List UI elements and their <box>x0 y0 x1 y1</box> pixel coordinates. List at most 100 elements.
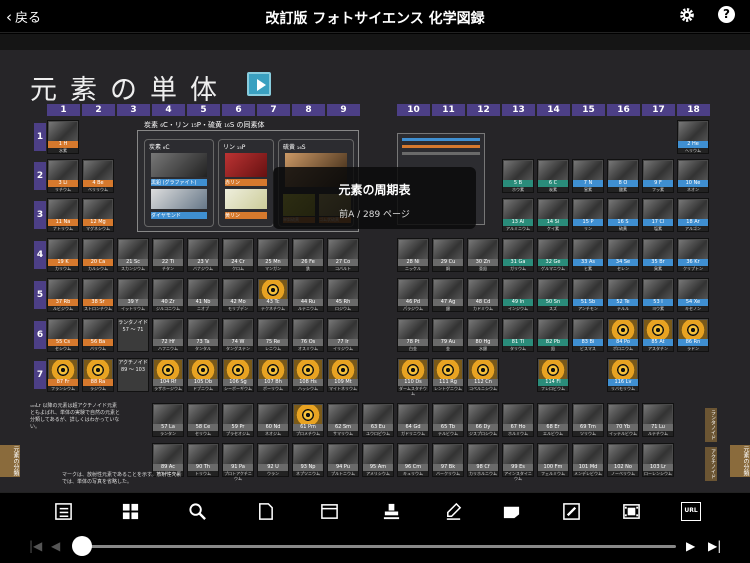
element-Sr[interactable]: 38 Sr ストロンチウム <box>82 278 114 312</box>
element-Mn[interactable]: 25 Mn マンガン <box>257 238 289 272</box>
url-icon[interactable]: URL <box>681 502 701 521</box>
gear-icon[interactable] <box>678 6 696 24</box>
element-In[interactable]: 49 In インジウム <box>502 278 534 312</box>
element-P[interactable]: 15 P リン <box>572 198 604 232</box>
element-Rh[interactable]: 45 Rh ロジウム <box>327 278 359 312</box>
list-icon[interactable] <box>54 502 73 521</box>
edit-icon[interactable] <box>562 502 581 521</box>
side-tab-right[interactable]: 元素の分類 <box>730 445 750 477</box>
first-page-icon[interactable]: |◀ <box>29 539 42 553</box>
element-Xe[interactable]: 54 Xe キセノン <box>677 278 709 312</box>
element-Po[interactable]: 84 Po ポロニウム <box>607 318 639 352</box>
element-Se[interactable]: 34 Se セレン <box>607 238 639 272</box>
element-Cf[interactable]: 98 Cf カリホルニウム <box>467 443 499 477</box>
element-H[interactable]: 1 H 水素 <box>47 120 79 154</box>
element-Ti[interactable]: 22 Ti チタン <box>152 238 184 272</box>
element-Cu[interactable]: 29 Cu 銅 <box>432 238 464 272</box>
element-Er[interactable]: 68 Er エルビウム <box>537 403 569 437</box>
bookmark-window-icon[interactable] <box>320 502 339 521</box>
element-Hs[interactable]: 108 Hs ハッシウム <box>292 358 324 392</box>
graphite-photo[interactable] <box>151 153 207 177</box>
sticky-note-icon[interactable] <box>502 502 521 521</box>
element-Ca[interactable]: 20 Ca カルシウム <box>82 238 114 272</box>
pen-icon[interactable] <box>444 502 463 521</box>
next-page-icon[interactable]: ▶ <box>686 539 695 553</box>
element-Os[interactable]: 76 Os オスミウム <box>292 318 324 352</box>
element-Tc[interactable]: 43 Tc テクネチウム <box>257 278 289 312</box>
element-Hf[interactable]: 72 Hf ハフニウム <box>152 318 184 352</box>
element-Cm[interactable]: 96 Cm キュリウム <box>397 443 429 477</box>
element-Eu[interactable]: 63 Eu ユウロピウム <box>362 403 394 437</box>
element-Mt[interactable]: 109 Mt マイトネリウム <box>327 358 359 392</box>
white-phosphorus-photo[interactable] <box>225 189 267 209</box>
element-Lr[interactable]: 103 Lr ローレンシウム <box>642 443 674 477</box>
element-Cr[interactable]: 24 Cr クロム <box>222 238 254 272</box>
element-Zn[interactable]: 30 Zn 亜鉛 <box>467 238 499 272</box>
element-Re[interactable]: 75 Re レニウム <box>257 318 289 352</box>
element-Np[interactable]: 93 Np ネプツニウム <box>292 443 324 477</box>
element-Sb[interactable]: 51 Sb アンチモン <box>572 278 604 312</box>
element-Pt[interactable]: 78 Pt 白金 <box>397 318 429 352</box>
element-Ru[interactable]: 44 Ru ルテニウム <box>292 278 324 312</box>
element-O[interactable]: 8 O 酸素 <box>607 159 639 193</box>
element-Lv[interactable]: 116 Lv リバモリウム <box>607 358 639 392</box>
element-Lu[interactable]: 71 Lu ルテチウム <box>642 403 674 437</box>
element-No[interactable]: 102 No ノーベリウム <box>607 443 639 477</box>
element-Pu[interactable]: 94 Pu プルトニウム <box>327 443 359 477</box>
element-Gd[interactable]: 64 Gd ガドリニウム <box>397 403 429 437</box>
element-Ar[interactable]: 18 Ar アルゴン <box>677 198 709 232</box>
element-Ra[interactable]: 88 Ra ラジウム <box>82 358 114 392</box>
element-Sn[interactable]: 50 Sn スズ <box>537 278 569 312</box>
element-Rn[interactable]: 86 Rn ラドン <box>677 318 709 352</box>
element-Nd[interactable]: 60 Nd ネオジム <box>257 403 289 437</box>
element-Hg[interactable]: 80 Hg 水銀 <box>467 318 499 352</box>
element-S[interactable]: 16 S 硫黄 <box>607 198 639 232</box>
help-icon[interactable]: ? <box>718 6 735 23</box>
element-Es[interactable]: 99 Es アインスタイニウム <box>502 443 534 481</box>
element-V[interactable]: 23 V バナジウム <box>187 238 219 272</box>
element-Nb[interactable]: 41 Nb ニオブ <box>187 278 219 312</box>
element-Ds[interactable]: 110 Ds ダームスタチウム <box>397 358 429 396</box>
element-K[interactable]: 19 K カリウム <box>47 238 79 272</box>
element-Yb[interactable]: 70 Yb イッテルビウム <box>607 403 639 437</box>
element-As[interactable]: 33 As ヒ素 <box>572 238 604 272</box>
element-Fl[interactable]: 114 Fl フレロビウム <box>537 358 569 392</box>
element-C[interactable]: 6 C 炭素 <box>537 159 569 193</box>
element-Pb[interactable]: 82 Pb 鉛 <box>537 318 569 352</box>
element-Cs[interactable]: 55 Cs セシウム <box>47 318 79 352</box>
side-tab-left[interactable]: 元素の分類 <box>0 445 20 477</box>
search-icon[interactable] <box>188 502 207 521</box>
element-Pd[interactable]: 46 Pd パラジウム <box>397 278 429 312</box>
element-Ni[interactable]: 28 Ni ニッケル <box>397 238 429 272</box>
element-Cd[interactable]: 48 Cd カドミウム <box>467 278 499 312</box>
page-icon[interactable] <box>256 502 275 521</box>
prev-page-icon[interactable]: ◀ <box>51 539 60 553</box>
element-Au[interactable]: 79 Au 金 <box>432 318 464 352</box>
last-page-icon[interactable]: ▶| <box>708 539 721 553</box>
page-slider-knob[interactable] <box>72 536 92 556</box>
element-Zr[interactable]: 40 Zr ジルコニウム <box>152 278 184 312</box>
element-Rg[interactable]: 111 Rg レントゲニウム <box>432 358 464 392</box>
film-icon[interactable] <box>622 502 641 521</box>
element-Ir[interactable]: 77 Ir イリジウム <box>327 318 359 352</box>
element-Ge[interactable]: 32 Ge ゲルマニウム <box>537 238 569 272</box>
element-Ga[interactable]: 31 Ga ガリウム <box>502 238 534 272</box>
element-Fe[interactable]: 26 Fe 鉄 <box>292 238 324 272</box>
stamp-icon[interactable] <box>382 502 401 521</box>
element-Mg[interactable]: 12 Mg マグネシウム <box>82 198 114 232</box>
element-Y[interactable]: 39 Y イットリウム <box>117 278 149 312</box>
book-page[interactable]: 元素の単体 1 2 3 4 5 6 7 8 9 10 11 12 13 14 15 16 17 18 123456… <box>0 50 750 492</box>
element-At[interactable]: 85 At アスタチン <box>642 318 674 352</box>
element-Fm[interactable]: 100 Fm フェルミウム <box>537 443 569 477</box>
element-Sg[interactable]: 106 Sg シーボーギウム <box>222 358 254 392</box>
page-slider-track[interactable] <box>82 545 676 548</box>
element-Co[interactable]: 27 Co コバルト <box>327 238 359 272</box>
element-Tb[interactable]: 65 Tb テルビウム <box>432 403 464 437</box>
element-Ne[interactable]: 10 Ne ネオン <box>677 159 709 193</box>
element-Ba[interactable]: 56 Ba バリウム <box>82 318 114 352</box>
element-Rb[interactable]: 37 Rb ルビジウム <box>47 278 79 312</box>
element-Li[interactable]: 3 Li リチウム <box>47 159 79 193</box>
element-Pr[interactable]: 59 Pr プラセオジム <box>222 403 254 437</box>
grid-icon[interactable] <box>121 502 140 521</box>
element-I[interactable]: 53 I ヨウ素 <box>642 278 674 312</box>
